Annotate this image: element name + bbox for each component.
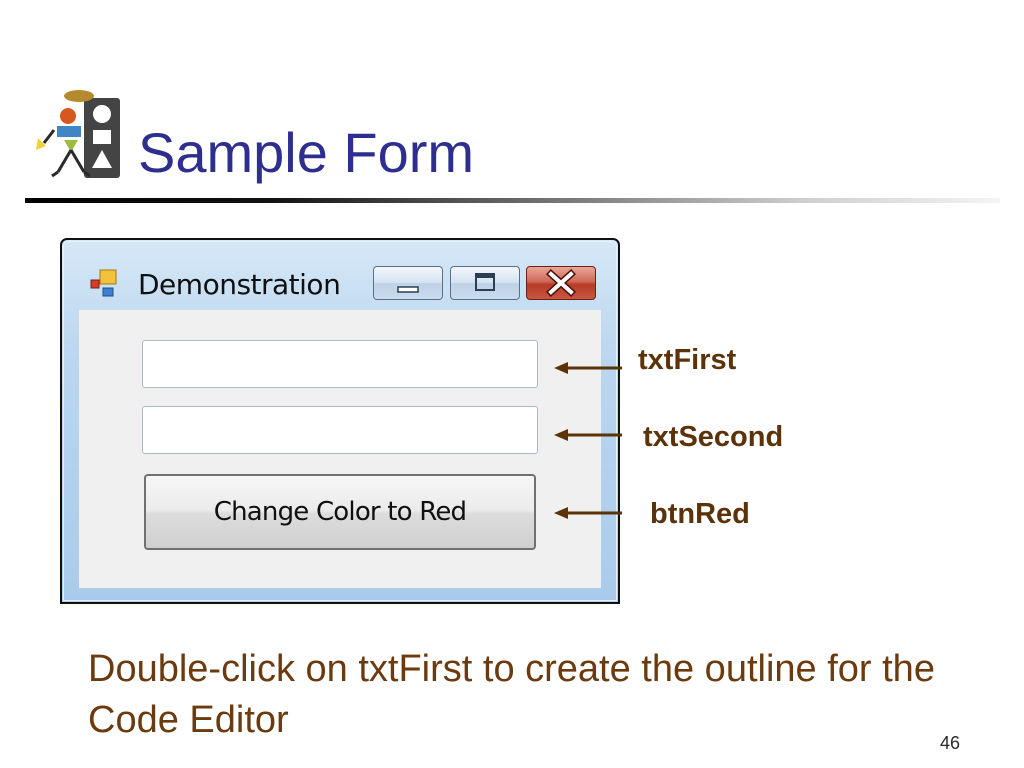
arrow-left-icon <box>554 429 622 441</box>
arrow-left-icon <box>554 507 622 519</box>
clipart-logo-icon <box>36 90 120 178</box>
change-color-button[interactable]: Change Color to Red <box>144 474 536 550</box>
close-icon <box>546 269 576 297</box>
form-client-area: Change Color to Red <box>79 310 601 588</box>
arrow-left-icon <box>554 362 622 374</box>
form-icon <box>90 269 117 297</box>
annotation-txtfirst: txtFirst <box>638 344 737 376</box>
slide-description: Double-click on txtFirst to create the o… <box>88 648 935 741</box>
txtsecond-textbox[interactable] <box>142 406 538 454</box>
close-button[interactable] <box>526 266 596 300</box>
annotation-txtsecond: txtSecond <box>643 421 784 453</box>
window-title: Demonstration <box>138 268 341 301</box>
txtfirst-textbox[interactable] <box>142 340 538 388</box>
minimize-icon <box>397 286 419 293</box>
title-underline <box>25 198 1000 203</box>
slide-title: Sample Form <box>138 121 475 184</box>
maximize-icon <box>475 273 495 291</box>
annotation-btnred: btnRed <box>650 498 750 530</box>
demonstration-window: Demonstration Change Color to Red <box>60 238 620 604</box>
maximize-button[interactable] <box>450 266 520 300</box>
page-number: 46 <box>940 733 961 753</box>
minimize-button[interactable] <box>373 266 443 300</box>
